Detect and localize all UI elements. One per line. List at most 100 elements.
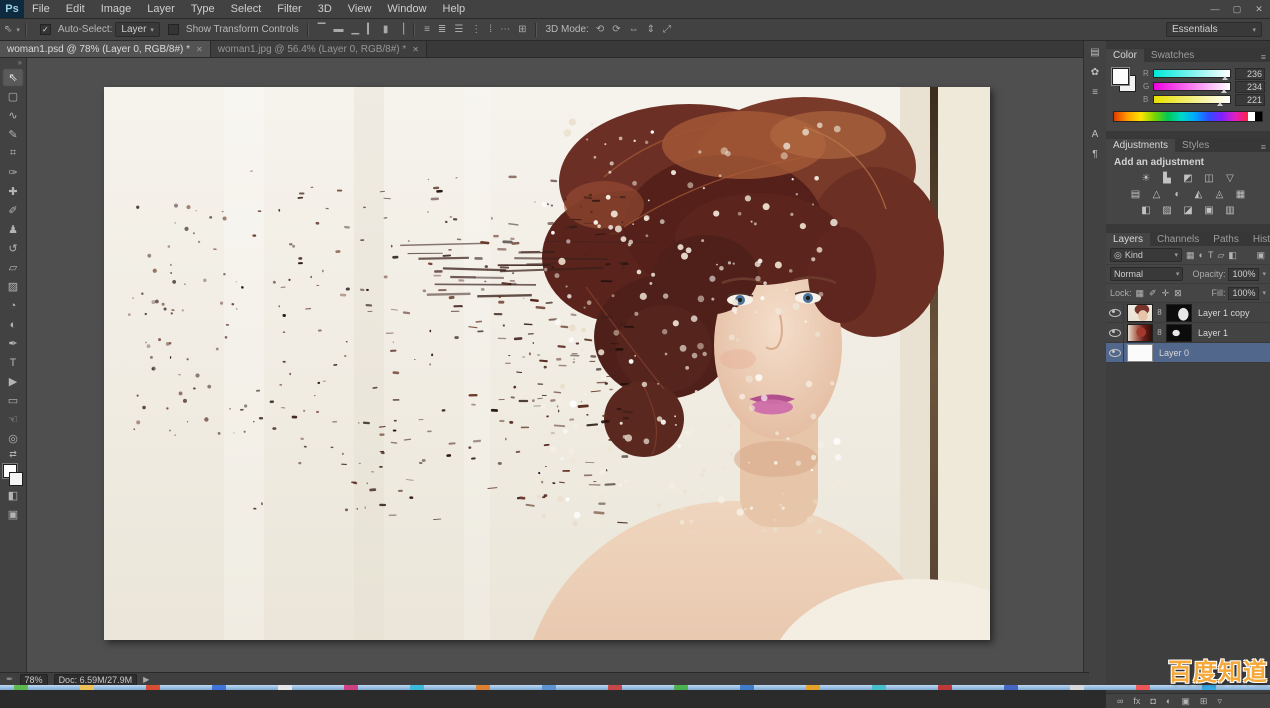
filter-adjustment-layers-icon[interactable]: ◐ [1198, 250, 1205, 261]
menu-3d[interactable]: 3D [310, 0, 340, 18]
layer-visibility-cell[interactable] [1106, 323, 1124, 342]
menu-filter[interactable]: Filter [269, 0, 309, 18]
lock-position-icon[interactable]: ✛ [1161, 288, 1171, 299]
document-canvas[interactable] [104, 87, 990, 640]
quick-mask-button[interactable]: ◧ [2, 486, 24, 505]
exposure-icon[interactable]: ◫ [1201, 171, 1218, 185]
chevron-down-icon[interactable]: ▾ [1262, 289, 1266, 297]
taskbar-app-icon[interactable] [740, 685, 754, 690]
lock-pixels-icon[interactable]: ✐ [1148, 288, 1158, 299]
3d-slide-icon[interactable]: ⇕ [643, 24, 659, 35]
paragraph-panel-icon[interactable]: ¶ [1086, 146, 1104, 163]
black-swatch[interactable] [1255, 112, 1262, 121]
fill-value[interactable]: 100% [1228, 287, 1259, 300]
taskbar-app-icon[interactable] [410, 685, 424, 690]
panel-menu-icon[interactable]: ≡ [1261, 52, 1270, 62]
zoom-tool[interactable]: ◎ [2, 429, 24, 448]
rectangle-tool[interactable]: ▭ [2, 391, 24, 410]
dodge-tool[interactable]: ◐ [2, 315, 24, 334]
taskbar-app-icon[interactable] [80, 685, 94, 690]
blend-mode-dropdown[interactable]: Normal ▾ [1110, 267, 1183, 281]
foreground-background-swatches[interactable] [3, 464, 23, 486]
align-top-edges-icon[interactable]: ▔ [314, 24, 330, 35]
taskbar-app-icon[interactable] [1004, 685, 1018, 690]
minimize-button[interactable]: — [1204, 0, 1226, 18]
3d-roll-icon[interactable]: ⟳ [608, 24, 624, 35]
taskbar-app-icon[interactable] [212, 685, 226, 690]
show-transform-checkbox[interactable] [168, 24, 179, 35]
adjustments-tab-styles[interactable]: Styles [1175, 139, 1216, 152]
close-tab-icon[interactable]: ✕ [412, 45, 419, 54]
taskbar-app-icon[interactable] [806, 685, 820, 690]
layer-filter-kind-dropdown[interactable]: ◎ Kind ▾ [1110, 248, 1182, 262]
blur-tool[interactable]: ◔ [2, 296, 24, 315]
white-swatch[interactable] [1248, 112, 1255, 121]
rectangular-marquee-tool[interactable]: ▢ [2, 87, 24, 106]
auto-select-checkbox[interactable]: ✓ [40, 24, 51, 35]
opacity-value[interactable]: 100% [1228, 268, 1259, 281]
pasteboard[interactable] [27, 58, 1083, 672]
gradient-tool[interactable]: ▨ [2, 277, 24, 296]
menu-image[interactable]: Image [93, 0, 140, 18]
layer-effects-icon[interactable]: fx [1132, 696, 1141, 706]
align-right-edges-icon[interactable]: ▕ [392, 24, 408, 35]
color-tab-swatches[interactable]: Swatches [1144, 49, 1201, 62]
eye-icon[interactable] [1109, 309, 1121, 317]
hue-saturation-icon[interactable]: ▤ [1127, 187, 1144, 201]
slider-track[interactable] [1153, 69, 1231, 78]
eye-icon[interactable] [1109, 329, 1121, 337]
chevron-down-icon[interactable]: ▾ [1262, 270, 1266, 278]
collapse-toolbar-icon[interactable]: » [18, 58, 22, 68]
layers-tab-channels[interactable]: Channels [1150, 233, 1206, 246]
taskbar-app-icon[interactable] [476, 685, 490, 690]
layer-thumbnail[interactable] [1127, 344, 1153, 362]
add-layer-mask-icon[interactable]: ◘ [1149, 696, 1156, 706]
hand-tool[interactable]: ☜ [2, 410, 24, 429]
lock-transparency-icon[interactable]: ▦ [1135, 288, 1146, 299]
character-panel-icon[interactable]: A [1086, 126, 1104, 143]
link-layers-icon[interactable]: ∞ [1116, 696, 1124, 706]
path-selection-tool[interactable]: ▶ [2, 372, 24, 391]
menu-select[interactable]: Select [223, 0, 270, 18]
slider-handle[interactable] [1217, 102, 1223, 106]
new-layer-icon[interactable]: ⊞ [1199, 696, 1209, 707]
eyedropper-tool[interactable]: ✑ [2, 163, 24, 182]
restore-button[interactable]: ▢ [1226, 0, 1248, 18]
filter-type-layers-icon[interactable]: T [1207, 250, 1215, 261]
taskbar-app-icon[interactable] [344, 685, 358, 690]
channel-value[interactable]: 221 [1235, 94, 1265, 106]
mask-link-icon[interactable]: 8 [1156, 308, 1163, 317]
zoom-level-field[interactable]: 78% [20, 674, 48, 686]
new-adjustment-layer-icon[interactable]: ◐ [1165, 696, 1172, 706]
panel-menu-icon[interactable]: ≡ [1261, 142, 1270, 152]
taskbar-app-icon[interactable] [1070, 685, 1084, 690]
color-panel-swatches[interactable] [1112, 68, 1136, 92]
taskbar-app-icon[interactable] [278, 685, 292, 690]
properties-panel-icon[interactable]: ≡ [1086, 84, 1104, 101]
distribute-horizontal-centers-icon[interactable]: ⁞ [485, 24, 496, 35]
layer-visibility-cell[interactable] [1106, 343, 1124, 362]
layer-row-layer-1-copy[interactable]: 8Layer 1 copy [1106, 303, 1270, 323]
foreground-color-swatch[interactable] [1112, 68, 1129, 85]
screen-mode-button[interactable]: ▣ [2, 505, 24, 524]
curves-icon[interactable]: ◩ [1180, 171, 1197, 185]
history-panel-icon[interactable]: ▤ [1086, 44, 1104, 61]
menu-view[interactable]: View [340, 0, 380, 18]
color-balance-icon[interactable]: △ [1148, 187, 1165, 201]
swap-colors-icon[interactable]: ⇄ [2, 448, 24, 460]
menu-help[interactable]: Help [435, 0, 474, 18]
3d-rotate-icon[interactable]: ⟲ [592, 24, 608, 35]
history-brush-tool[interactable]: ↺ [2, 239, 24, 258]
invert-icon[interactable]: ◧ [1138, 203, 1155, 217]
black-white-icon[interactable]: ◐ [1169, 187, 1186, 201]
styles-panel-icon[interactable]: ✿ [1086, 64, 1104, 81]
layers-tab-paths[interactable]: Paths [1206, 233, 1246, 246]
brightness-contrast-icon[interactable]: ☀ [1138, 171, 1155, 185]
tool-preset-arrow-icon[interactable]: ▾ [16, 26, 20, 34]
eraser-tool[interactable]: ▱ [2, 258, 24, 277]
new-group-icon[interactable]: ▣ [1180, 696, 1191, 707]
slider-track[interactable] [1153, 82, 1231, 91]
levels-icon[interactable]: ▙ [1159, 171, 1176, 185]
distribute-top-edges-icon[interactable]: ≡ [420, 24, 434, 35]
menu-layer[interactable]: Layer [139, 0, 183, 18]
